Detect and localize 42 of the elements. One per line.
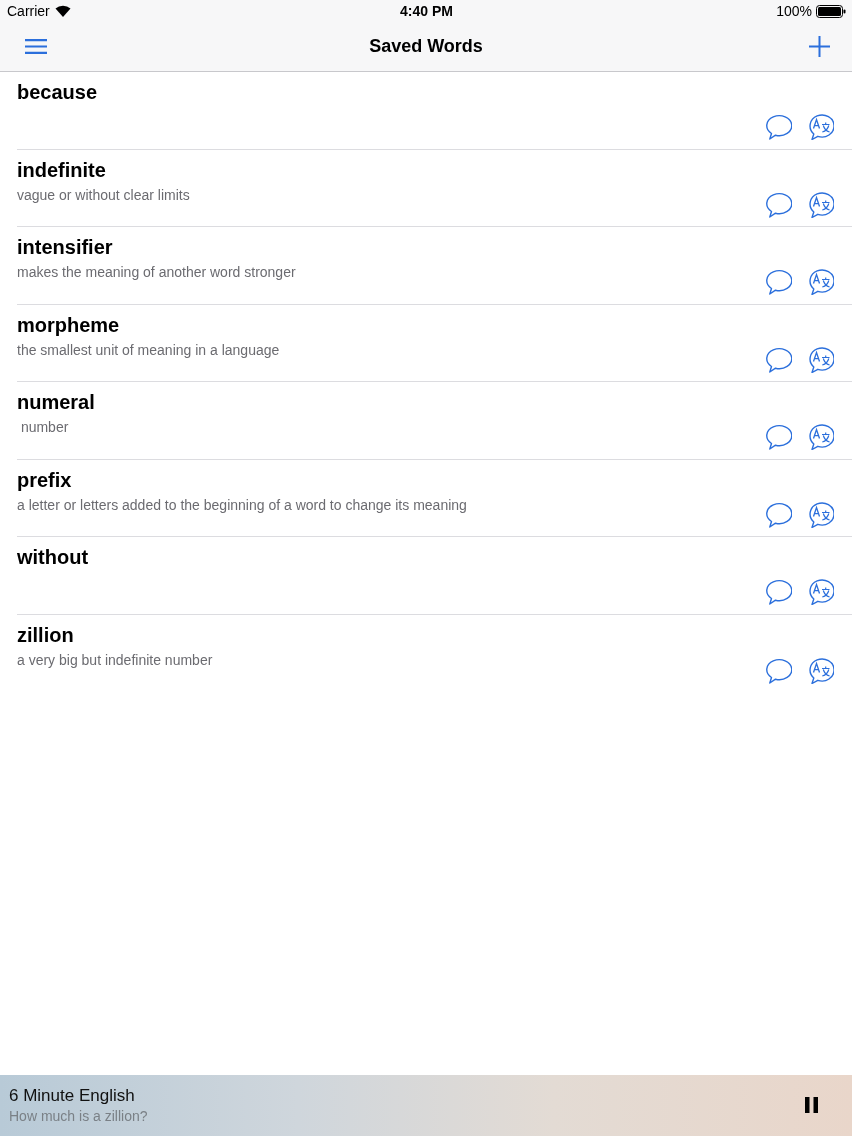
speech-bubble-icon[interactable] (765, 346, 792, 373)
episode-series: 6 Minute English (9, 1085, 136, 1106)
battery-percent: 100% (776, 3, 812, 19)
word-definition: the smallest unit of meaning in a language (17, 340, 281, 360)
speech-bubble-icon[interactable] (765, 501, 792, 528)
word-title: zillion (17, 622, 75, 647)
translate-icon[interactable] (807, 424, 834, 450)
word-definition: makes the meaning of another word stronger (17, 263, 297, 282)
add-icon[interactable] (809, 36, 830, 57)
speech-bubble-icon[interactable] (765, 579, 792, 605)
word-definition: a letter or letters added to the beginning of a word to change its meaning (17, 495, 468, 515)
word-title: intensifier (17, 235, 114, 259)
speech-bubble-icon[interactable] (765, 191, 792, 218)
battery-icon (816, 4, 846, 18)
screen-title: Saved Words (369, 36, 483, 57)
word-title: numeral (17, 390, 96, 414)
word-title: morpheme (17, 312, 121, 337)
word-definition: a very big but indefinite number (17, 650, 214, 670)
episode-title: How much is a zillion? (9, 1107, 149, 1126)
speech-bubble-icon[interactable] (765, 114, 792, 140)
translate-icon[interactable] (807, 579, 834, 605)
translate-icon[interactable] (807, 269, 834, 295)
now-playing-bar[interactable]: 6 Minute English How much is a zillion? (0, 1075, 852, 1136)
translate-icon[interactable] (807, 657, 834, 684)
speech-bubble-icon[interactable] (765, 657, 792, 684)
word-definition: number (19, 418, 70, 437)
menu-icon[interactable] (25, 39, 47, 54)
word-title: indefinite (17, 157, 107, 182)
speech-bubble-icon[interactable] (765, 424, 792, 450)
word-title: prefix (17, 467, 73, 492)
word-title: without (17, 545, 90, 569)
carrier-name: Carrier (7, 3, 50, 19)
translate-icon[interactable] (807, 346, 834, 373)
translate-icon[interactable] (807, 114, 834, 140)
pause-icon[interactable] (805, 1097, 818, 1113)
word-title: because (17, 80, 99, 104)
translate-icon[interactable] (807, 191, 834, 218)
word-definition: vague or without clear limits (17, 185, 191, 205)
speech-bubble-icon[interactable] (765, 269, 792, 295)
wifi-icon (54, 5, 71, 17)
translate-icon[interactable] (807, 501, 834, 528)
status-time: 4:40 PM (400, 3, 453, 19)
